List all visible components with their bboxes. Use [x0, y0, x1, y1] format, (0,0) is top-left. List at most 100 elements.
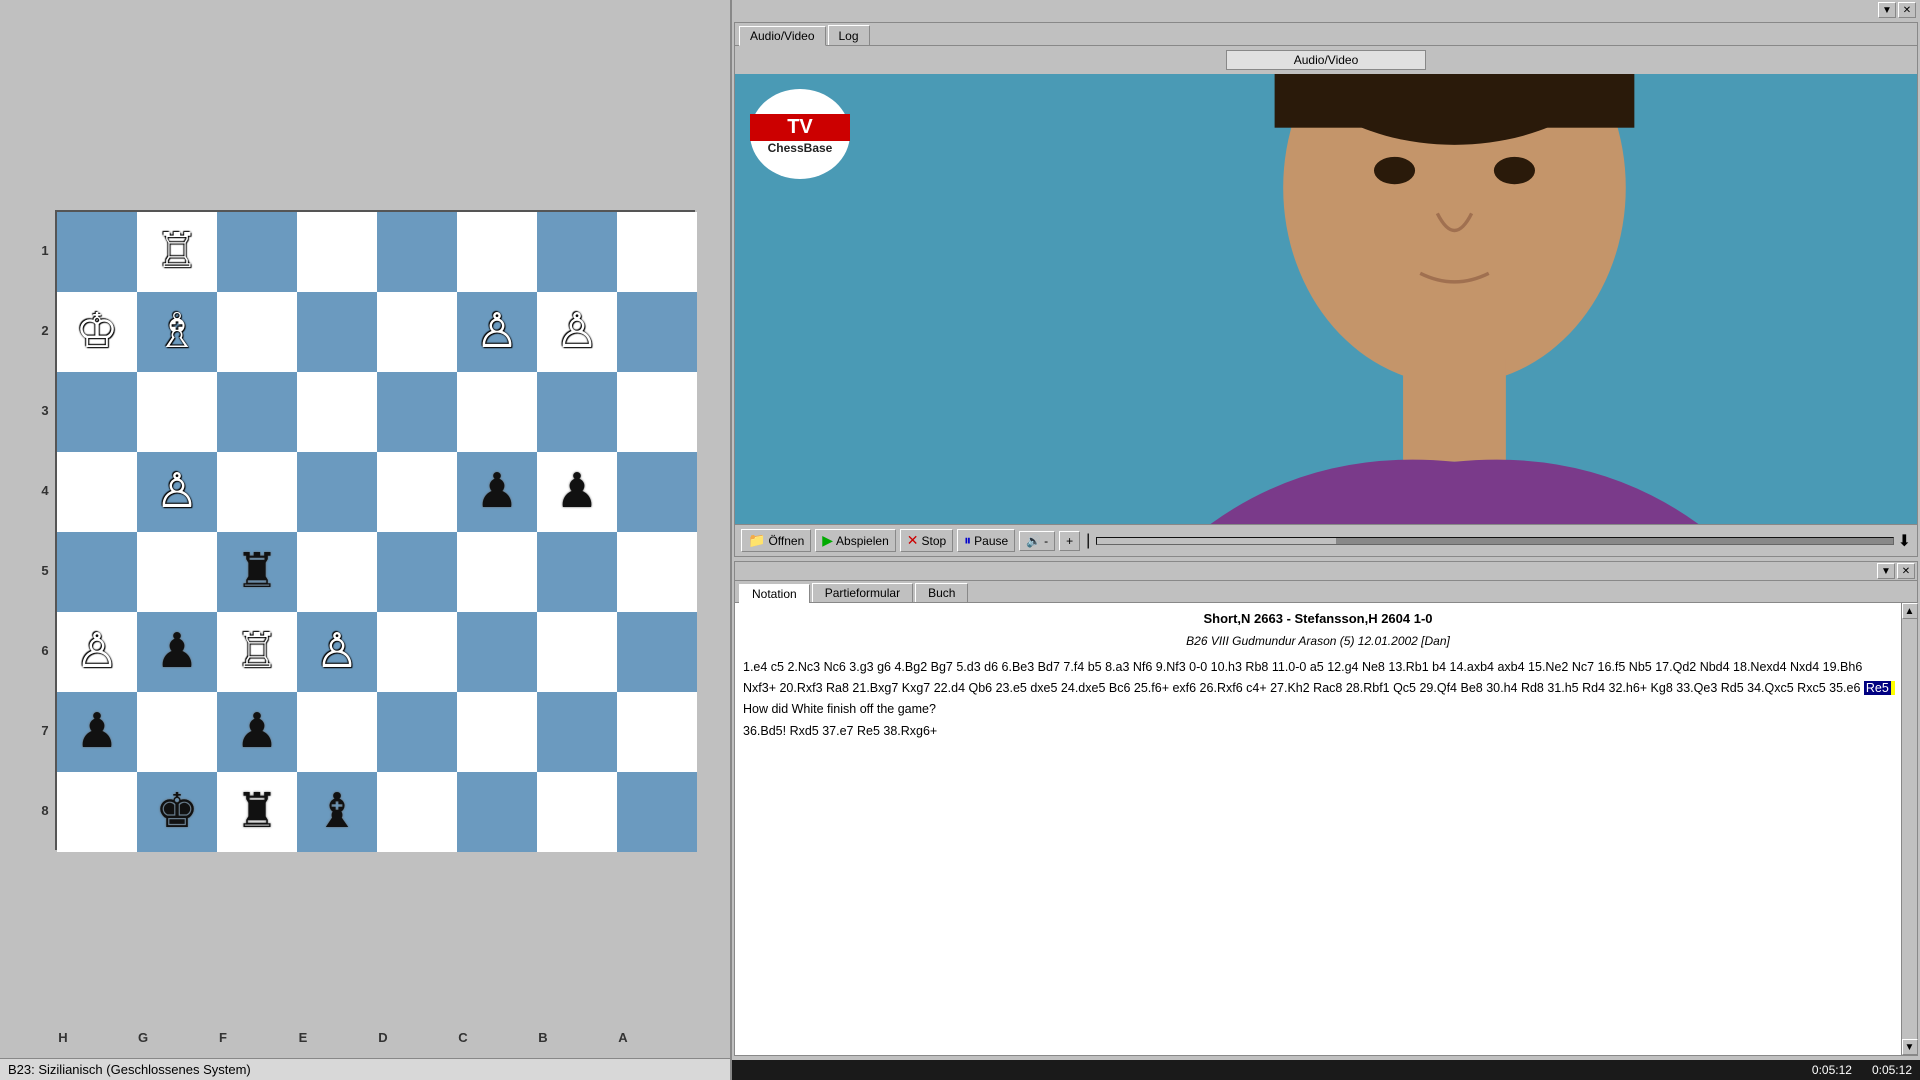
- piece-h6: ♙: [75, 628, 118, 676]
- close-button[interactable]: ✕: [1898, 2, 1916, 18]
- cell-a8[interactable]: [617, 772, 697, 852]
- cell-h6[interactable]: ♙: [57, 612, 137, 692]
- progress-bar[interactable]: [1096, 537, 1893, 545]
- pause-button[interactable]: ⏸ Pause: [957, 529, 1015, 552]
- notation-minimize-button[interactable]: ▼: [1877, 563, 1895, 579]
- cell-e2[interactable]: [297, 292, 377, 372]
- cell-d7[interactable]: [377, 692, 457, 772]
- cell-h7[interactable]: ♟: [57, 692, 137, 772]
- cell-b1[interactable]: [537, 212, 617, 292]
- scroll-up-button[interactable]: ▲: [1902, 603, 1918, 619]
- cell-f5[interactable]: ♜: [217, 532, 297, 612]
- cell-d5[interactable]: [377, 532, 457, 612]
- vol-plus-button[interactable]: +: [1059, 531, 1080, 551]
- cell-g4[interactable]: ♙: [137, 452, 217, 532]
- cell-a4[interactable]: [617, 452, 697, 532]
- cell-c6[interactable]: [457, 612, 537, 692]
- moves-text: 1.e4 c5 2.Nc3 Nc6 3.g3 g6 4.Bg2 Bg7 5.d3…: [743, 660, 1862, 695]
- play-button[interactable]: ▶ Abspielen: [815, 529, 896, 552]
- cell-g6[interactable]: ♟: [137, 612, 217, 692]
- cell-b6[interactable]: [537, 612, 617, 692]
- notation-close-button[interactable]: ✕: [1897, 563, 1915, 579]
- cell-d4[interactable]: [377, 452, 457, 532]
- rank-label-5: 5: [35, 530, 55, 610]
- cell-g8[interactable]: ♚: [137, 772, 217, 852]
- cell-e4[interactable]: [297, 452, 377, 532]
- cell-b7[interactable]: [537, 692, 617, 772]
- cell-a3[interactable]: [617, 372, 697, 452]
- cell-h1[interactable]: [57, 212, 137, 292]
- open-button[interactable]: 📁 Öffnen: [741, 529, 811, 552]
- file-label-h: H: [23, 1030, 103, 1045]
- vol-minus-button[interactable]: 🔊 -: [1019, 531, 1055, 551]
- stop-button[interactable]: ✕ Stop: [900, 529, 953, 552]
- cell-g2[interactable]: ♗: [137, 292, 217, 372]
- minimize-button[interactable]: ▼: [1878, 2, 1896, 18]
- cell-f6[interactable]: ♖: [217, 612, 297, 692]
- cell-g3[interactable]: [137, 372, 217, 452]
- tab-partieformular[interactable]: Partieformular: [812, 583, 913, 602]
- cell-d1[interactable]: [377, 212, 457, 292]
- cell-a2[interactable]: [617, 292, 697, 372]
- cell-e8[interactable]: ♝: [297, 772, 377, 852]
- time-display-1: 0:05:12: [1812, 1063, 1852, 1077]
- cell-d6[interactable]: [377, 612, 457, 692]
- cell-f8[interactable]: ♜: [217, 772, 297, 852]
- cell-d3[interactable]: [377, 372, 457, 452]
- file-label-e: E: [263, 1030, 343, 1045]
- cell-g1[interactable]: ♖: [137, 212, 217, 292]
- cell-a1[interactable]: [617, 212, 697, 292]
- cell-e7[interactable]: [297, 692, 377, 772]
- cell-b4[interactable]: ♟: [537, 452, 617, 532]
- cell-g7[interactable]: [137, 692, 217, 772]
- cell-e5[interactable]: [297, 532, 377, 612]
- cell-f2[interactable]: [217, 292, 297, 372]
- cell-h3[interactable]: [57, 372, 137, 452]
- cell-f4[interactable]: [217, 452, 297, 532]
- cell-c8[interactable]: [457, 772, 537, 852]
- cell-a7[interactable]: [617, 692, 697, 772]
- cell-g5[interactable]: [137, 532, 217, 612]
- piece-f5: ♜: [235, 548, 278, 596]
- status-bar: B23: Sizilianisch (Geschlossenes System): [0, 1058, 730, 1080]
- rank-label-1: 1: [35, 210, 55, 290]
- notation-content: Short,N 2663 - Stefansson,H 2604 1-0 B26…: [735, 603, 1901, 1055]
- cell-h8[interactable]: [57, 772, 137, 852]
- person-graphic: [735, 74, 1917, 524]
- cell-a5[interactable]: [617, 532, 697, 612]
- cell-f7[interactable]: ♟: [217, 692, 297, 772]
- cell-c5[interactable]: [457, 532, 537, 612]
- game-subheader: B26 VIII Gudmundur Arason (5) 12.01.2002…: [743, 632, 1893, 651]
- tab-audio-video[interactable]: Audio/Video: [739, 26, 826, 46]
- tab-notation[interactable]: Notation: [739, 584, 810, 603]
- cell-f1[interactable]: [217, 212, 297, 292]
- notation-section: ▼ ✕ Notation Partieformular Buch Short,N…: [734, 561, 1918, 1056]
- tab-buch[interactable]: Buch: [915, 583, 968, 602]
- cell-c7[interactable]: [457, 692, 537, 772]
- cell-a6[interactable]: [617, 612, 697, 692]
- cell-c3[interactable]: [457, 372, 537, 452]
- cell-b3[interactable]: [537, 372, 617, 452]
- cell-h4[interactable]: [57, 452, 137, 532]
- folder-icon: 📁: [748, 532, 765, 549]
- cell-e3[interactable]: [297, 372, 377, 452]
- scroll-down-button[interactable]: ▼: [1902, 1039, 1918, 1055]
- cell-c4[interactable]: ♟: [457, 452, 537, 532]
- cell-b2[interactable]: ♙: [537, 292, 617, 372]
- cell-b5[interactable]: [537, 532, 617, 612]
- cell-e1[interactable]: [297, 212, 377, 292]
- cell-c1[interactable]: [457, 212, 537, 292]
- tab-log[interactable]: Log: [828, 25, 870, 45]
- highlighted-move[interactable]: Re5: [1864, 681, 1891, 695]
- cell-d8[interactable]: [377, 772, 457, 852]
- question-text: How did White finish off the game?: [743, 702, 936, 716]
- cell-h2[interactable]: ♔: [57, 292, 137, 372]
- av-content: Audio/Video TV ChessBase: [735, 50, 1917, 556]
- cell-b8[interactable]: [537, 772, 617, 852]
- cell-d2[interactable]: [377, 292, 457, 372]
- time-display-2: 0:05:12: [1872, 1063, 1912, 1077]
- cell-c2[interactable]: ♙: [457, 292, 537, 372]
- cell-f3[interactable]: [217, 372, 297, 452]
- cell-h5[interactable]: [57, 532, 137, 612]
- cell-e6[interactable]: ♙: [297, 612, 377, 692]
